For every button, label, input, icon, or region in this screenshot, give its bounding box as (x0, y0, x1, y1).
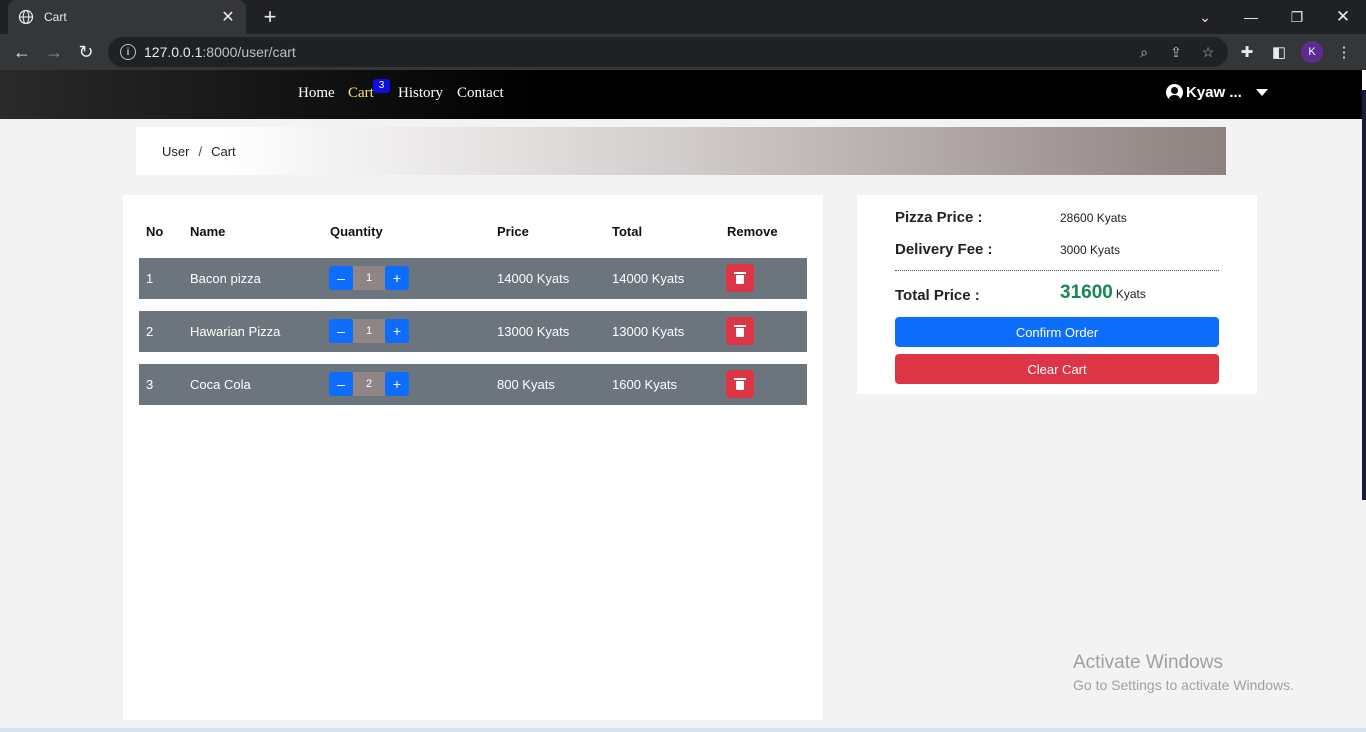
reload-icon[interactable]: ↻ (73, 39, 99, 65)
bottom-edge (0, 728, 1366, 732)
tab-search-icon[interactable]: ⌄ (1182, 0, 1228, 34)
table-row: 3 Coca Cola – 2 + 800 Kyats 1600 Kyats (139, 364, 807, 405)
trash-icon (734, 378, 746, 390)
breadcrumb-cart: Cart (211, 143, 236, 159)
row-no: 2 (146, 324, 154, 339)
minimize-icon[interactable]: — (1228, 0, 1274, 34)
decrease-qty-button[interactable]: – (329, 266, 353, 290)
quantity-value[interactable]: 1 (353, 266, 385, 290)
header-price: Price (497, 224, 529, 239)
row-price: 800 Kyats (497, 377, 555, 392)
zoom-icon[interactable]: ⌕ (1130, 37, 1158, 67)
increase-qty-button[interactable]: + (385, 372, 409, 396)
share-icon[interactable]: ⇪ (1162, 37, 1190, 67)
table-row: 2 Hawarian Pizza – 1 + 13000 Kyats 13000… (139, 311, 807, 352)
caret-down-icon (1255, 89, 1268, 96)
confirm-order-button[interactable]: Confirm Order (895, 317, 1219, 347)
cart-table-panel: No Name Quantity Price Total Remove 1 Ba… (123, 195, 823, 720)
pizza-price-label: Pizza Price : (895, 209, 983, 226)
bookmark-star-icon[interactable]: ☆ (1194, 37, 1222, 67)
header-name: Name (190, 224, 226, 239)
breadcrumb-user[interactable]: User (162, 144, 189, 159)
restore-icon[interactable]: ❐ (1274, 0, 1320, 34)
header-no: No (146, 224, 164, 239)
trash-icon (734, 272, 746, 284)
increase-qty-button[interactable]: + (385, 319, 409, 343)
header-quantity: Quantity (330, 224, 383, 239)
activate-windows-hint: Go to Settings to activate Windows. (1073, 677, 1294, 693)
row-no: 1 (146, 271, 154, 286)
address-bar[interactable]: i 127.0.0.1:8000/user/cart ⌕ ⇪ ☆ (108, 37, 1228, 67)
row-name: Hawarian Pizza (190, 324, 281, 339)
user-dropdown[interactable]: Kyaw ... (1166, 84, 1268, 101)
browser-tab[interactable]: Cart ✕ (8, 0, 246, 34)
row-name: Bacon pizza (190, 271, 261, 286)
decrease-qty-button[interactable]: – (329, 319, 353, 343)
tab-title: Cart (44, 10, 67, 24)
row-total: 13000 Kyats (612, 324, 685, 339)
cart-count-badge: 3 (373, 79, 390, 93)
globe-icon (18, 9, 34, 25)
new-tab-icon[interactable]: + (258, 5, 282, 29)
table-row: 1 Bacon pizza – 1 + 14000 Kyats 14000 Ky… (139, 258, 807, 299)
order-summary-panel: Pizza Price : 28600 Kyats Delivery Fee :… (857, 195, 1257, 394)
total-price-value: 31600 Kyats (1060, 282, 1146, 304)
site-navbar: Home Cart 3 History Contact Kyaw ... (0, 70, 1362, 119)
url-path: :8000/user/cart (202, 44, 296, 60)
activate-windows-title: Activate Windows (1073, 652, 1223, 673)
remove-item-button[interactable] (726, 370, 754, 398)
delivery-fee-label: Delivery Fee : (895, 241, 993, 258)
quantity-value[interactable]: 1 (353, 319, 385, 343)
row-name: Coca Cola (190, 377, 251, 392)
nav-history[interactable]: History (398, 85, 443, 102)
summary-divider (895, 270, 1219, 271)
browser-toolbar: ← → ↻ i 127.0.0.1:8000/user/cart ⌕ ⇪ ☆ ✚… (0, 34, 1366, 70)
header-total: Total (612, 224, 643, 239)
scrollbar-gap (1362, 70, 1366, 90)
info-icon[interactable]: i (120, 44, 136, 60)
total-price-label: Total Price : (895, 287, 980, 304)
quantity-stepper: – 1 + (329, 266, 409, 290)
menu-kebab-icon[interactable]: ⋮ (1331, 39, 1357, 65)
back-icon[interactable]: ← (9, 39, 35, 65)
browser-tabstrip: Cart ✕ + ⌄ — ❐ ✕ (0, 0, 1366, 34)
row-price: 13000 Kyats (497, 324, 570, 339)
breadcrumb: User / Cart (136, 127, 1226, 175)
close-window-icon[interactable]: ✕ (1320, 0, 1366, 34)
total-price-unit: Kyats (1115, 287, 1146, 301)
trash-icon (734, 325, 746, 337)
remove-item-button[interactable] (726, 317, 754, 345)
extensions-icon[interactable]: ✚ (1234, 39, 1260, 65)
quantity-stepper: – 2 + (329, 372, 409, 396)
nav-home[interactable]: Home (298, 85, 335, 102)
user-name: Kyaw ... (1186, 84, 1242, 101)
quantity-value[interactable]: 2 (353, 372, 385, 396)
header-remove: Remove (727, 224, 778, 239)
url-host: 127.0.0.1 (144, 44, 203, 60)
side-panel-icon[interactable]: ◧ (1266, 39, 1292, 65)
tab-close-icon[interactable]: ✕ (220, 7, 236, 27)
pizza-price-value: 28600 Kyats (1060, 211, 1127, 225)
row-total: 1600 Kyats (612, 377, 678, 392)
increase-qty-button[interactable]: + (385, 266, 409, 290)
delivery-fee-value: 3000 Kyats (1060, 243, 1121, 257)
nav-contact[interactable]: Contact (457, 85, 504, 102)
page-scrollbar[interactable] (1362, 70, 1366, 500)
row-no: 3 (146, 377, 154, 392)
decrease-qty-button[interactable]: – (329, 372, 353, 396)
remove-item-button[interactable] (726, 264, 754, 292)
nav-cart[interactable]: Cart (348, 85, 374, 102)
row-total: 14000 Kyats (612, 271, 685, 286)
row-price: 14000 Kyats (497, 271, 570, 286)
forward-icon[interactable]: → (41, 39, 67, 65)
clear-cart-button[interactable]: Clear Cart (895, 354, 1219, 384)
total-price-number: 31600 (1060, 282, 1113, 303)
breadcrumb-separator: / (198, 143, 203, 159)
user-circle-icon (1166, 84, 1183, 101)
profile-avatar[interactable]: K (1301, 41, 1323, 63)
quantity-stepper: – 1 + (329, 319, 409, 343)
